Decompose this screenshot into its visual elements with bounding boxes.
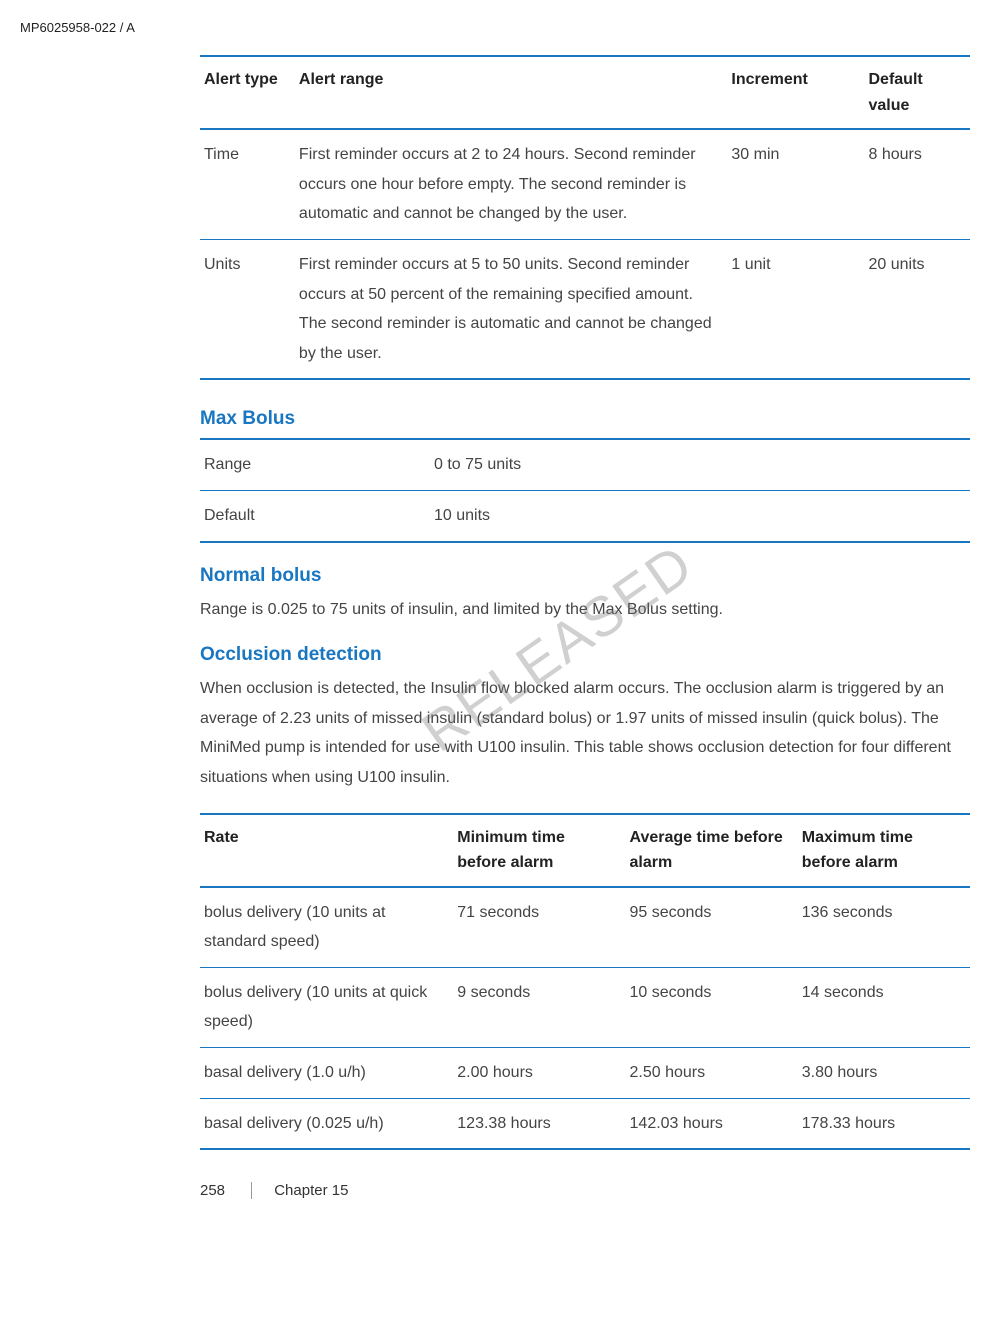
alert-type-cell: Time bbox=[200, 129, 295, 239]
occl-rate-cell: bolus delivery (10 units at standard spe… bbox=[200, 887, 453, 968]
alert-header-default: Default value bbox=[864, 56, 970, 129]
table-row: bolus delivery (10 units at quick speed)… bbox=[200, 967, 970, 1047]
page-number: 258 bbox=[200, 1182, 225, 1199]
document-id: MP6025958-022 / A bbox=[20, 20, 964, 35]
table-row: Time First reminder occurs at 2 to 24 ho… bbox=[200, 129, 970, 239]
page-content: Alert type Alert range Increment Default… bbox=[200, 55, 970, 1199]
occl-header-rate: Rate bbox=[200, 814, 453, 887]
max-bolus-label: Range bbox=[200, 439, 430, 490]
table-row: Units First reminder occurs at 5 to 50 u… bbox=[200, 239, 970, 379]
alert-default-cell: 20 units bbox=[864, 239, 970, 379]
occl-min-cell: 71 seconds bbox=[453, 887, 625, 968]
alert-default-cell: 8 hours bbox=[864, 129, 970, 239]
alert-range-cell: First reminder occurs at 2 to 24 hours. … bbox=[295, 129, 727, 239]
max-bolus-heading: Max Bolus bbox=[200, 408, 970, 430]
page-footer: 258 Chapter 15 bbox=[200, 1182, 970, 1199]
occl-min-cell: 9 seconds bbox=[453, 967, 625, 1047]
occl-avg-cell: 95 seconds bbox=[626, 887, 798, 968]
occl-rate-cell: basal delivery (1.0 u/h) bbox=[200, 1048, 453, 1099]
table-row: Range 0 to 75 units bbox=[200, 439, 970, 490]
max-bolus-label: Default bbox=[200, 490, 430, 541]
alert-increment-cell: 30 min bbox=[727, 129, 864, 239]
occl-header-max: Maximum time before alarm bbox=[798, 814, 970, 887]
max-bolus-table: Range 0 to 75 units Default 10 units bbox=[200, 438, 970, 542]
alert-header-range: Alert range bbox=[295, 56, 727, 129]
normal-bolus-heading: Normal bolus bbox=[200, 565, 970, 587]
table-row: basal delivery (1.0 u/h) 2.00 hours 2.50… bbox=[200, 1048, 970, 1099]
occlusion-heading: Occlusion detection bbox=[200, 644, 970, 666]
alert-range-cell: First reminder occurs at 5 to 50 units. … bbox=[295, 239, 727, 379]
alert-type-cell: Units bbox=[200, 239, 295, 379]
table-row: Default 10 units bbox=[200, 490, 970, 541]
occl-header-avg: Average time before alarm bbox=[626, 814, 798, 887]
alert-header-increment: Increment bbox=[727, 56, 864, 129]
occl-header-min: Minimum time before alarm bbox=[453, 814, 625, 887]
occl-rate-cell: bolus delivery (10 units at quick speed) bbox=[200, 967, 453, 1047]
max-bolus-value: 0 to 75 units bbox=[430, 439, 970, 490]
chapter-label: Chapter 15 bbox=[251, 1182, 348, 1199]
occl-min-cell: 123.38 hours bbox=[453, 1098, 625, 1149]
alert-header-type: Alert type bbox=[200, 56, 295, 129]
table-row: basal delivery (0.025 u/h) 123.38 hours … bbox=[200, 1098, 970, 1149]
occl-max-cell: 178.33 hours bbox=[798, 1098, 970, 1149]
occl-max-cell: 3.80 hours bbox=[798, 1048, 970, 1099]
occlusion-table: Rate Minimum time before alarm Average t… bbox=[200, 813, 970, 1151]
table-row: bolus delivery (10 units at standard spe… bbox=[200, 887, 970, 968]
occl-avg-cell: 10 seconds bbox=[626, 967, 798, 1047]
alert-table: Alert type Alert range Increment Default… bbox=[200, 55, 970, 380]
occl-rate-cell: basal delivery (0.025 u/h) bbox=[200, 1098, 453, 1149]
max-bolus-value: 10 units bbox=[430, 490, 970, 541]
normal-bolus-text: Range is 0.025 to 75 units of insulin, a… bbox=[200, 595, 970, 625]
occl-max-cell: 14 seconds bbox=[798, 967, 970, 1047]
occl-avg-cell: 142.03 hours bbox=[626, 1098, 798, 1149]
alert-increment-cell: 1 unit bbox=[727, 239, 864, 379]
occlusion-text: When occlusion is detected, the Insulin … bbox=[200, 674, 970, 792]
occl-min-cell: 2.00 hours bbox=[453, 1048, 625, 1099]
occl-max-cell: 136 seconds bbox=[798, 887, 970, 968]
occl-avg-cell: 2.50 hours bbox=[626, 1048, 798, 1099]
